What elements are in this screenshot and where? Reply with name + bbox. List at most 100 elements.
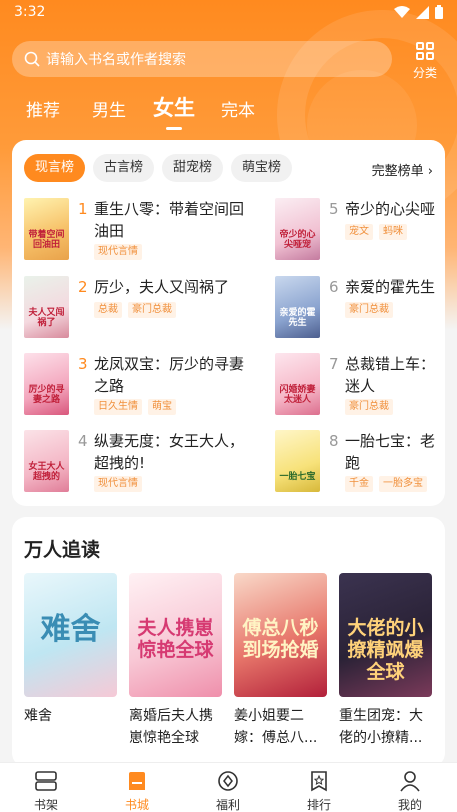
tab-female[interactable]: 女生 <box>153 92 195 130</box>
rank-number: 8 <box>329 432 339 450</box>
ranking-card: 现言榜 古言榜 甜宠榜 萌宝榜 完整榜单 › 带着空间回油田 1 重生八零：带着… <box>12 140 445 506</box>
book-tag: 千金 <box>345 476 373 492</box>
chip-ancient-romance[interactable]: 古言榜 <box>93 154 155 182</box>
popular-section: 万人追读 难舍 难舍 夫人携崽惊艳全球 离婚后夫人携崽惊艳全球 傅总八秒到场抢婚… <box>12 517 445 767</box>
rank-item[interactable]: 夫人又闯祸了 2 厉少，夫人又闯祸了 总裁 豪门总裁 <box>24 276 250 342</box>
tab-female-label: 女生 <box>153 96 195 120</box>
chip-modern-romance[interactable]: 现言榜 <box>24 154 86 182</box>
book-title: 离婚后夫人携崽惊艳全球 <box>129 708 213 746</box>
book-cover: 女王大人超拽的 <box>24 430 69 492</box>
book-tag: 豪门总裁 <box>345 302 393 318</box>
tab-indicator <box>166 127 182 130</box>
book-title: 纵妻无度：女王大人，超拽的! <box>94 432 245 472</box>
rank-number: 7 <box>329 355 339 373</box>
book-cover: 亲爱的霍先生 <box>275 276 320 338</box>
nav-label: 福利 <box>215 798 240 812</box>
rank-item[interactable]: 一胎七宝 8 一胎七宝：老跑 千金 一胎多宝 <box>275 430 441 496</box>
nav-welfare[interactable]: 福利 <box>198 769 258 812</box>
chevron-right-icon: › <box>427 164 433 179</box>
book-tags: 现代言情 <box>94 476 142 492</box>
book-title: 亲爱的霍先生 <box>345 278 436 296</box>
chip-cute-baby[interactable]: 萌宝榜 <box>231 154 293 182</box>
book-title: 厉少，夫人又闯祸了 <box>94 278 230 296</box>
grid-icon <box>416 42 434 60</box>
rank-number: 3 <box>78 355 88 373</box>
status-bar: 3:32 <box>0 0 457 26</box>
book-tags: 总裁 豪门总裁 <box>94 302 176 318</box>
nav-ranking[interactable]: 排行 <box>289 769 349 812</box>
search-bar[interactable]: 请输入书名或作者搜索 <box>12 41 392 77</box>
book-title: 总裁错上车：迷人 <box>345 355 436 395</box>
book-tag: 蚂咪 <box>379 224 407 240</box>
book-tag: 萌宝 <box>148 399 176 415</box>
category-label: 分类 <box>412 66 437 80</box>
book-cover: 闪婚娇妻太迷人 <box>275 353 320 415</box>
nav-label: 排行 <box>306 798 331 812</box>
nav-label: 书架 <box>33 798 58 812</box>
book-cover: 傅总八秒到场抢婚 <box>234 573 327 697</box>
rank-number: 4 <box>78 432 88 450</box>
chip-sweet[interactable]: 甜宠榜 <box>162 154 224 182</box>
rank-number: 1 <box>78 200 88 218</box>
book-tags: 现代言情 <box>94 244 142 260</box>
rank-item[interactable]: 厉少的寻妻之路 3 龙凤双宝：厉少的寻妻之路 日久生情 萌宝 <box>24 353 250 419</box>
book-card[interactable]: 难舍 难舍 <box>24 573 119 727</box>
tab-male[interactable]: 男生 <box>92 96 126 121</box>
full-ranking-label: 完整榜单 <box>371 164 424 179</box>
book-tags: 豪门总裁 <box>345 399 393 415</box>
book-cover: 难舍 <box>24 573 117 697</box>
nav-mine[interactable]: 我的 <box>380 769 440 812</box>
rank-item[interactable]: 闪婚娇妻太迷人 7 总裁错上车：迷人 豪门总裁 <box>275 353 441 419</box>
book-tag: 总裁 <box>94 302 122 318</box>
book-tag: 宠文 <box>345 224 373 240</box>
bookstore-icon <box>129 772 145 790</box>
book-cover: 厉少的寻妻之路 <box>24 353 69 415</box>
rank-number: 2 <box>78 278 88 296</box>
book-card[interactable]: 傅总八秒到场抢婚 姜小姐要二嫁：傅总八... <box>234 573 329 749</box>
book-tag: 现代言情 <box>94 476 142 492</box>
bookshelf-icon <box>35 771 57 791</box>
book-cover: 一胎七宝 <box>275 430 320 492</box>
full-ranking-link[interactable]: 完整榜单 › <box>372 160 433 179</box>
book-tag: 日久生情 <box>94 399 142 415</box>
nav-label: 我的 <box>397 798 422 812</box>
book-tag: 现代言情 <box>94 244 142 260</box>
channel-tabs: 推荐 男生 女生 完本 <box>0 92 457 130</box>
book-title: 一胎七宝：老跑 <box>345 432 436 472</box>
ranking-chips: 现言榜 古言榜 甜宠榜 萌宝榜 <box>24 154 293 182</box>
book-tags: 宠文 蚂咪 <box>345 224 407 240</box>
search-placeholder: 请输入书名或作者搜索 <box>46 52 186 68</box>
signal-icon <box>416 5 429 19</box>
status-time: 3:32 <box>14 4 46 20</box>
book-title: 重生八零：带着空间回油田 <box>94 200 245 240</box>
book-cover: 帝少的心尖哑宠 <box>275 198 320 260</box>
book-cover: 大佬的小撩精飒爆全球 <box>339 573 432 697</box>
tab-recommend[interactable]: 推荐 <box>26 96 60 121</box>
book-cover: 夫人携崽惊艳全球 <box>129 573 222 697</box>
rank-item[interactable]: 女王大人超拽的 4 纵妻无度：女王大人，超拽的! 现代言情 <box>24 430 250 496</box>
book-tags: 豪门总裁 <box>345 302 393 318</box>
book-title: 难舍 <box>24 708 52 724</box>
rank-number: 6 <box>329 278 339 296</box>
section-title: 万人追读 <box>24 539 101 561</box>
nav-bookshelf[interactable]: 书架 <box>16 769 76 812</box>
book-title: 姜小姐要二嫁：傅总八... <box>234 708 318 746</box>
ranking-icon <box>311 771 327 792</box>
book-title: 重生团宠：大佬的小撩精... <box>339 708 423 746</box>
book-tag: 豪门总裁 <box>128 302 176 318</box>
rank-number: 5 <box>329 200 339 218</box>
category-button[interactable]: 分类 <box>408 42 442 81</box>
book-cover: 夫人又闯祸了 <box>24 276 69 338</box>
rank-item[interactable]: 亲爱的霍先生 6 亲爱的霍先生 豪门总裁 <box>275 276 441 342</box>
rank-item[interactable]: 带着空间回油田 1 重生八零：带着空间回油田 现代言情 <box>24 198 250 264</box>
user-icon <box>400 771 420 792</box>
book-card[interactable]: 夫人携崽惊艳全球 离婚后夫人携崽惊艳全球 <box>129 573 224 749</box>
book-card[interactable]: 大佬的小撩精飒爆全球 重生团宠：大佬的小撩精... <box>339 573 434 749</box>
welfare-icon <box>218 771 238 791</box>
bottom-navigation: 书架 书城 福利 排行 我的 <box>0 762 457 812</box>
book-title: 龙凤双宝：厉少的寻妻之路 <box>94 355 245 395</box>
tab-finished[interactable]: 完本 <box>221 96 255 121</box>
book-cover: 带着空间回油田 <box>24 198 69 260</box>
nav-bookstore[interactable]: 书城 <box>107 769 167 812</box>
rank-item[interactable]: 帝少的心尖哑宠 5 帝少的心尖哑 宠文 蚂咪 <box>275 198 441 264</box>
